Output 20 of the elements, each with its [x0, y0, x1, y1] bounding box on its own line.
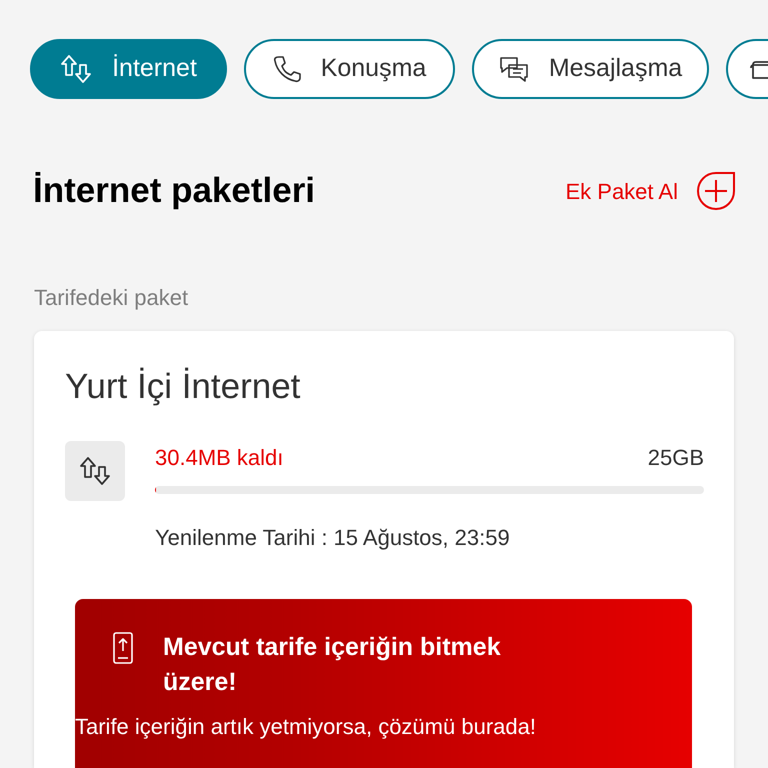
tab[interactable]: Mesajlaşma	[472, 39, 709, 99]
package-title: Yurt İçi İnternet	[65, 366, 300, 408]
total-amount: 25GB	[648, 444, 704, 472]
section-title: İnternet paketleri	[33, 170, 316, 212]
subsection-label: Tarifedeki paket	[34, 284, 188, 312]
renewal-date: Yenilenme Tarihi : 15 Ağustos, 23:59	[155, 524, 510, 552]
phone-icon	[272, 55, 301, 83]
buy-extra-package-link[interactable]: Ek Paket Al	[565, 174, 678, 208]
phone-upload-icon	[113, 632, 133, 664]
tab[interactable]	[726, 39, 768, 99]
transfer-arrows-icon	[60, 53, 92, 85]
card-icon	[750, 58, 768, 80]
alert-title: Mevcut tarife içeriğin bitmek üzere!	[163, 632, 502, 698]
alert-message: Tarife içeriğin artık yetmiyorsa, çözümü burada!	[75, 713, 536, 741]
tab[interactable]: İnternet	[30, 39, 227, 99]
transfer-arrows-icon	[79, 455, 111, 487]
tab[interactable]: Konuşma	[244, 39, 455, 99]
chat-bubbles-icon	[498, 56, 529, 82]
remaining-amount: 30.4MB kaldı	[155, 444, 284, 472]
add-icon[interactable]	[697, 172, 735, 210]
